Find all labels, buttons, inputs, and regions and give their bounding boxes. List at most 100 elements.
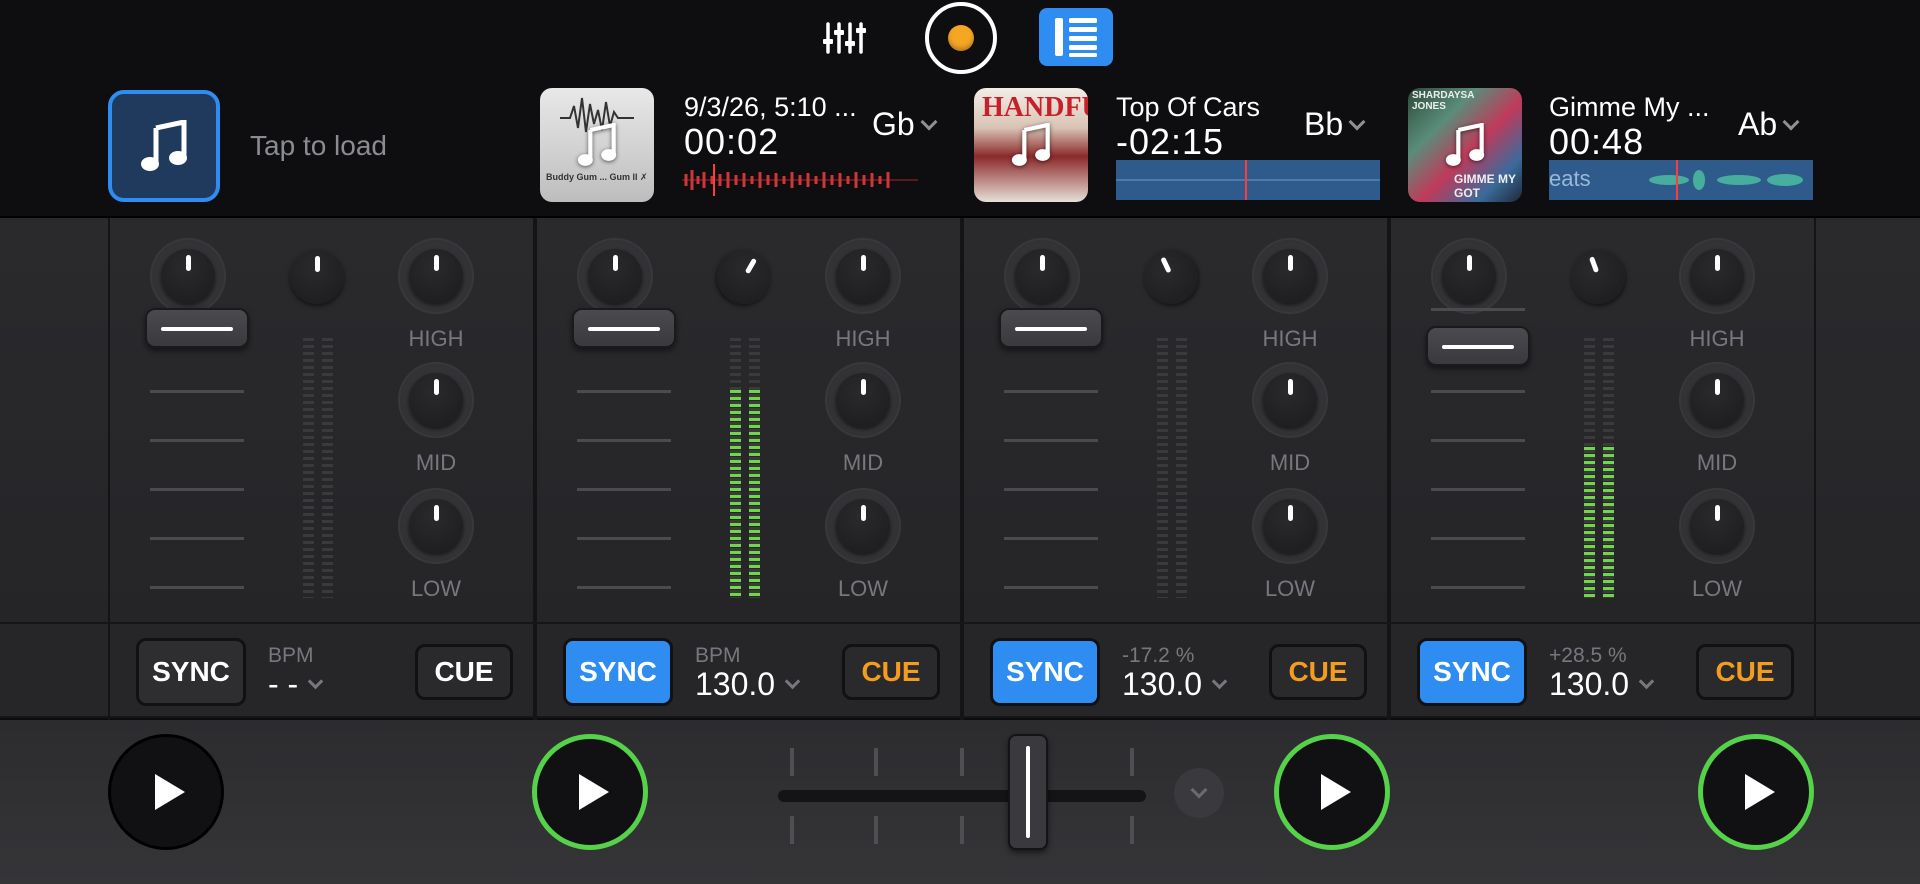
deck2-low-knob[interactable] xyxy=(825,488,901,564)
deck2-cue-button[interactable]: CUE xyxy=(842,644,940,700)
deck4-high-knob[interactable] xyxy=(1679,238,1755,314)
deck2-track-info[interactable]: 9/3/26, 5:10 ... 00:02 xyxy=(684,92,857,163)
deck3-low-label: LOW xyxy=(1264,576,1316,601)
deck3-sync-button[interactable]: SYNC xyxy=(990,638,1100,706)
deck3-title: Top Of Cars xyxy=(1116,92,1261,122)
deck2-filter-knob[interactable] xyxy=(577,238,653,314)
crossfader-cap[interactable] xyxy=(1008,734,1048,850)
deck3-bpm-selector[interactable]: 130.0 xyxy=(1122,666,1228,703)
deck2-waveform[interactable] xyxy=(682,160,918,200)
channel-2: HIGH MID LOW xyxy=(535,218,962,622)
deck1-sync-button[interactable]: SYNC xyxy=(136,638,246,706)
deck2-bpm-selector[interactable]: 130.0 xyxy=(695,666,801,703)
crossfader[interactable] xyxy=(778,734,1146,854)
deck4-mid-knob[interactable] xyxy=(1679,362,1755,438)
chevron-down-icon xyxy=(307,673,324,690)
deck2-high-knob[interactable] xyxy=(825,238,901,314)
chevron-down-icon xyxy=(784,673,801,690)
deck2-gain-knob[interactable] xyxy=(707,240,781,314)
crossfader-options-button[interactable] xyxy=(1174,768,1224,818)
deck1-cue-button[interactable]: CUE xyxy=(415,644,513,700)
deck1-high-knob[interactable] xyxy=(398,238,474,314)
deck2-title: 9/3/26, 5:10 ... xyxy=(684,92,857,122)
deck3-cue-button[interactable]: CUE xyxy=(1269,644,1367,700)
deck4-volume-fader[interactable] xyxy=(1426,308,1530,598)
deck2-key: Gb xyxy=(872,106,915,142)
deck3-key-selector[interactable]: Bb xyxy=(1304,106,1366,143)
deck4-level-meter xyxy=(1584,338,1614,598)
deck3-time: -02:15 xyxy=(1116,121,1225,162)
deck2-mid-knob[interactable] xyxy=(825,362,901,438)
top-toolbar xyxy=(0,0,1920,80)
deck4-filter-knob[interactable] xyxy=(1431,238,1507,314)
deck4-time: 00:48 xyxy=(1549,121,1645,162)
deck3-fader-cap[interactable] xyxy=(999,308,1103,348)
deck3-mid-label: MID xyxy=(1269,450,1311,475)
deck4-fader-cap[interactable] xyxy=(1426,326,1530,366)
deck1-bpm-value: - - xyxy=(268,666,299,702)
deck2-play-button[interactable] xyxy=(532,734,648,850)
deck4-sync-button[interactable]: SYNC xyxy=(1417,638,1527,706)
deck1-volume-fader[interactable] xyxy=(145,308,249,598)
deck4-key-selector[interactable]: Ab xyxy=(1738,106,1800,143)
channel-1: HIGH MID LOW xyxy=(108,218,535,622)
deck-header-row: Tap to load Buddy Gum ... Gum ll ✗ 9/3/2… xyxy=(0,80,1920,218)
deck4-gain-knob[interactable] xyxy=(1563,242,1633,312)
sync-cue-row: SYNC BPM - - CUE SYNC BPM 130.0 CUE SYNC… xyxy=(0,622,1920,720)
deck2-volume-fader[interactable] xyxy=(572,308,676,598)
deck2-low-label: LOW xyxy=(837,576,889,601)
channel-3: HIGH MID LOW xyxy=(962,218,1389,622)
deck1-low-knob[interactable] xyxy=(398,488,474,564)
deck1-play-button[interactable] xyxy=(108,734,224,850)
deck3-volume-fader[interactable] xyxy=(999,308,1103,598)
deck4-cue-button[interactable]: CUE xyxy=(1696,644,1794,700)
deck3-gain-knob[interactable] xyxy=(1135,241,1207,313)
deck1-fader-cap[interactable] xyxy=(145,308,249,348)
deck1-mid-knob[interactable] xyxy=(398,362,474,438)
deck3-track-info[interactable]: Top Of Cars -02:15 xyxy=(1116,92,1260,163)
deck4-key: Ab xyxy=(1738,106,1778,142)
deck4-art-caption-top: SHARDAYSA JONES xyxy=(1412,90,1475,112)
deck2-album-art[interactable]: Buddy Gum ... Gum ll ✗ xyxy=(540,88,654,202)
music-note-icon xyxy=(141,120,187,171)
deck4-waveform[interactable]: eats xyxy=(1549,160,1813,200)
deck4-low-knob[interactable] xyxy=(1679,488,1755,564)
deck1-load-button[interactable] xyxy=(108,90,220,202)
deck3-high-knob[interactable] xyxy=(1252,238,1328,314)
deck1-filter-knob[interactable] xyxy=(150,238,226,314)
deck1-low-label: LOW xyxy=(410,576,462,601)
four-deck-layout-icon xyxy=(1055,18,1097,57)
deck2-bpm-label: BPM xyxy=(695,644,741,667)
deck3-play-button[interactable] xyxy=(1274,734,1390,850)
deck4-play-button[interactable] xyxy=(1698,734,1814,850)
deck-layout-button[interactable] xyxy=(1039,8,1113,66)
deck3-album-art[interactable]: HANDFUL xyxy=(974,88,1088,202)
deck1-high-label: HIGH xyxy=(408,326,464,351)
music-note-icon xyxy=(1011,123,1051,166)
music-note-icon xyxy=(1445,123,1485,166)
deck1-tap-to-load[interactable]: Tap to load xyxy=(250,130,387,162)
deck4-track-info[interactable]: Gimme My ... 00:48 xyxy=(1549,92,1710,163)
deck3-low-knob[interactable] xyxy=(1252,488,1328,564)
deck4-album-art[interactable]: SHARDAYSA JONES GIMME MY GOT xyxy=(1408,88,1522,202)
mixer-area: HIGH MID LOW HIGH MID LOW HIGH MID LOW H… xyxy=(0,218,1920,622)
mixer-settings-button[interactable] xyxy=(812,14,876,62)
deck1-gain-knob[interactable] xyxy=(288,248,346,306)
deck4-bpm-selector[interactable]: 130.0 xyxy=(1549,666,1655,703)
deck3-waveform[interactable] xyxy=(1116,160,1380,200)
deck3-pitch-label: -17.2 % xyxy=(1122,644,1195,667)
deck1-level-meter xyxy=(303,338,333,598)
deck2-key-selector[interactable]: Gb xyxy=(872,106,938,143)
deck2-mid-label: MID xyxy=(842,450,884,475)
deck1-bpm-selector[interactable]: - - xyxy=(268,666,324,703)
deck2-sync-button[interactable]: SYNC xyxy=(563,638,673,706)
chevron-down-icon xyxy=(1190,781,1208,799)
chevron-down-icon xyxy=(1348,113,1366,130)
deck2-time: 00:02 xyxy=(684,121,780,162)
deck3-filter-knob[interactable] xyxy=(1004,238,1080,314)
deck3-mid-knob[interactable] xyxy=(1252,362,1328,438)
deck2-fader-cap[interactable] xyxy=(572,308,676,348)
record-button[interactable] xyxy=(925,2,997,74)
deck4-pitch-label: +28.5 % xyxy=(1549,644,1627,667)
play-icon xyxy=(1321,774,1351,810)
